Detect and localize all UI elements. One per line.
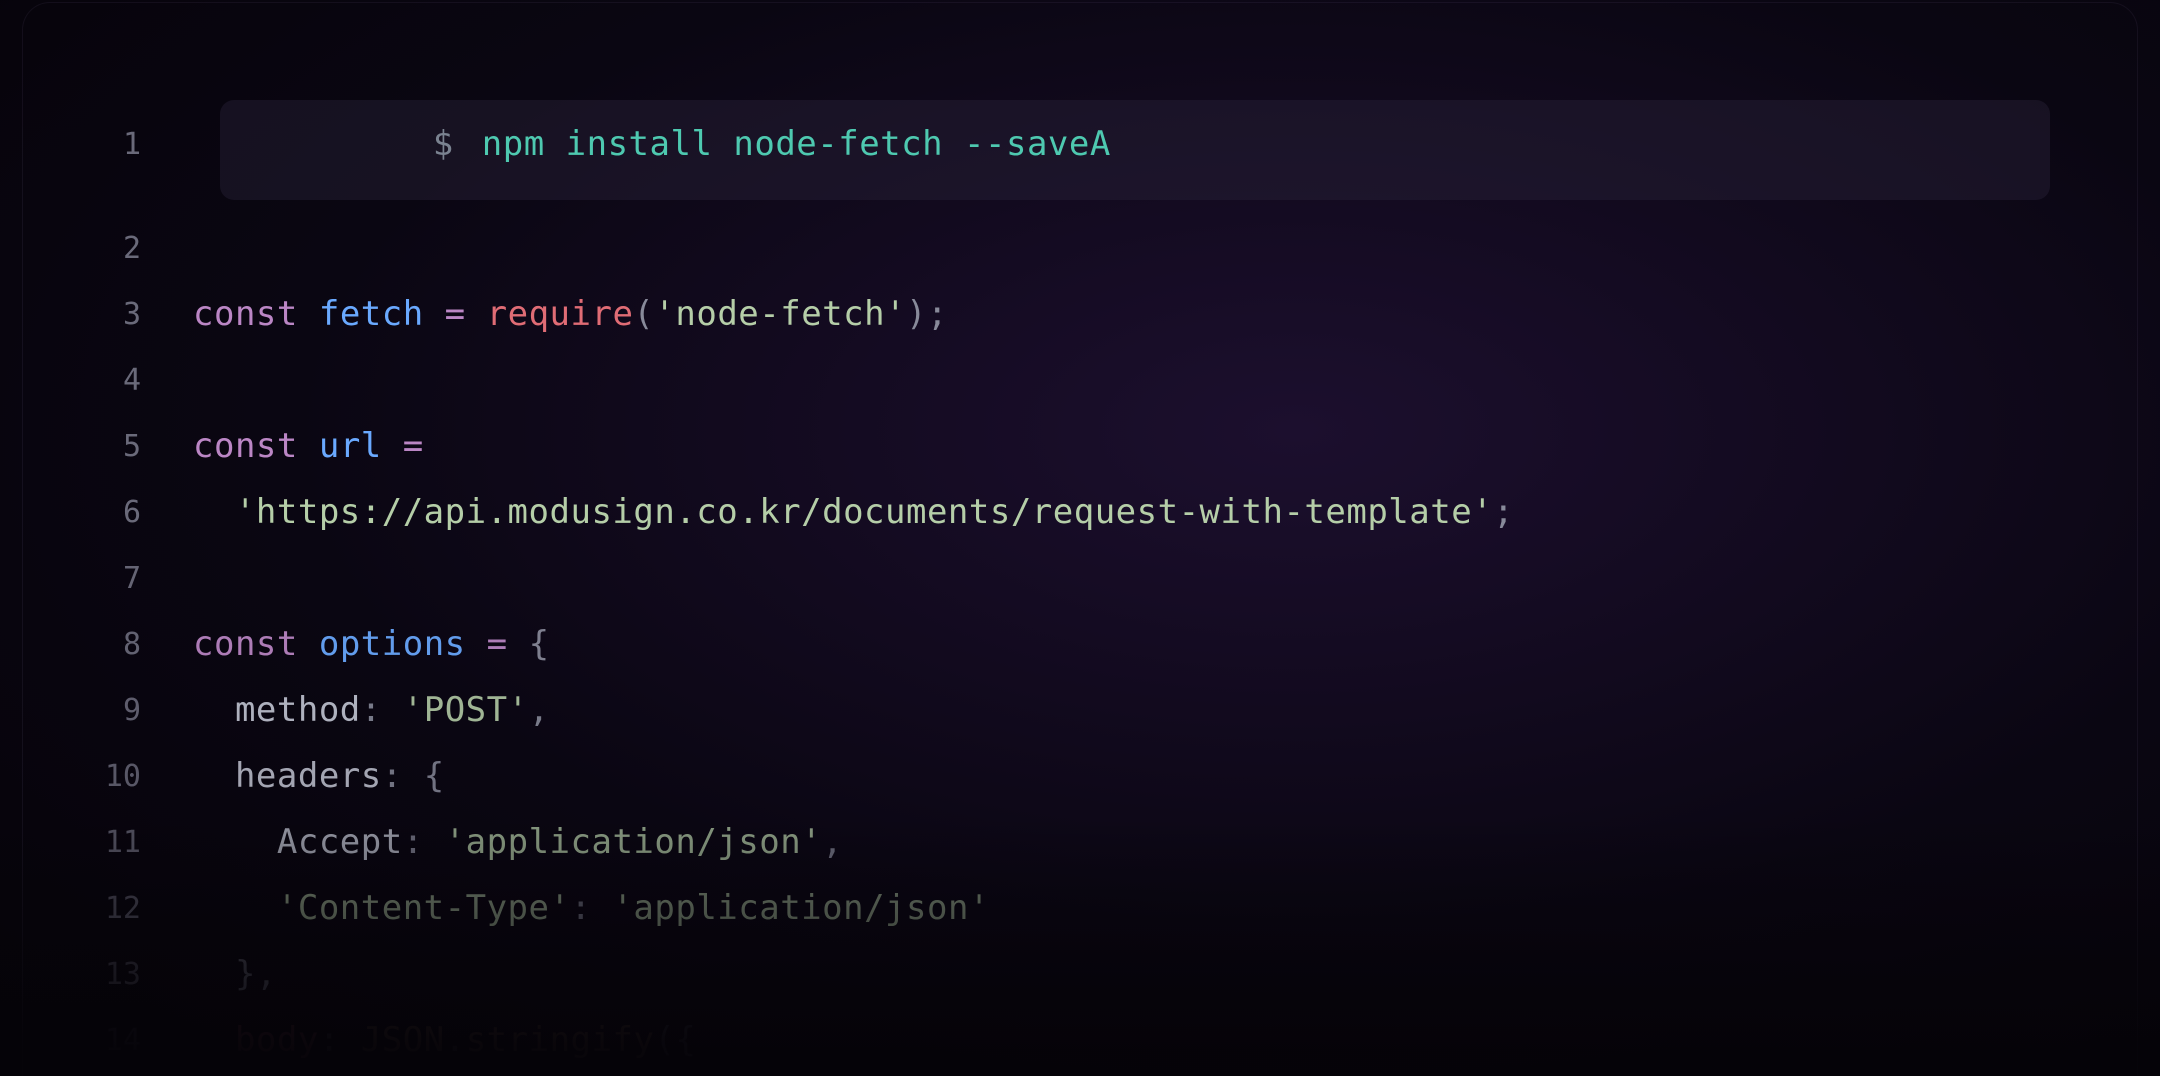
- code-line-10: 10 headers: {: [23, 744, 2137, 810]
- line-number: 8: [23, 627, 193, 662]
- code-content: headers: {: [193, 753, 2137, 801]
- code-content: const url =: [193, 423, 2137, 471]
- code-line-5: 5 const url =: [23, 414, 2137, 480]
- code-content: const options = {: [193, 621, 2137, 669]
- editor-frame: 1 $ npm install node-fetch --saveA 2 3 co…: [22, 2, 2138, 1076]
- line-number: 10: [23, 759, 193, 794]
- line-number: 13: [23, 957, 193, 992]
- line-number: 5: [23, 429, 193, 464]
- code-line-7: 7: [23, 546, 2137, 612]
- code-line-6: 6 'https://api.modusign.co.kr/documents/…: [23, 480, 2137, 546]
- code-content: 'Content-Type': 'application/json': [193, 885, 2137, 933]
- line-number: 1: [23, 127, 193, 162]
- code-editor[interactable]: 1 $ npm install node-fetch --saveA 2 3 co…: [23, 73, 2137, 1074]
- code-content: Accept: 'application/json',: [193, 819, 2137, 867]
- code-line-14: 14 body: JSON.stringify({: [23, 1008, 2137, 1074]
- code-content: },: [193, 951, 2137, 999]
- line-number: 6: [23, 495, 193, 530]
- code-line-2: 2: [23, 216, 2137, 282]
- code-line-9: 9 method: 'POST',: [23, 678, 2137, 744]
- code-content: $ npm install node-fetch --saveA: [193, 73, 2137, 216]
- code-content: const fetch = require('node-fetch');: [193, 291, 2137, 339]
- line-number: 9: [23, 693, 193, 728]
- code-line-3: 3 const fetch = require('node-fetch');: [23, 282, 2137, 348]
- code-line-1: 1 $ npm install node-fetch --saveA: [23, 73, 2137, 216]
- code-content: body: JSON.stringify({: [193, 1017, 2137, 1065]
- line-number: 14: [23, 1023, 193, 1058]
- code-line-12: 12 'Content-Type': 'application/json': [23, 876, 2137, 942]
- line-number: 12: [23, 891, 193, 926]
- line-number: 11: [23, 825, 193, 860]
- code-line-11: 11 Accept: 'application/json',: [23, 810, 2137, 876]
- code-content: 'https://api.modusign.co.kr/documents/re…: [193, 489, 2137, 537]
- shell-prompt-icon: $: [433, 124, 454, 164]
- line-number: 7: [23, 561, 193, 596]
- line-number: 4: [23, 363, 193, 398]
- shell-command-text: npm install node-fetch --saveA: [482, 124, 1111, 164]
- code-line-13: 13 },: [23, 942, 2137, 1008]
- code-content: method: 'POST',: [193, 687, 2137, 735]
- code-line-8: 8 const options = {: [23, 612, 2137, 678]
- code-line-4: 4: [23, 348, 2137, 414]
- line-number: 2: [23, 231, 193, 266]
- line-number: 3: [23, 297, 193, 332]
